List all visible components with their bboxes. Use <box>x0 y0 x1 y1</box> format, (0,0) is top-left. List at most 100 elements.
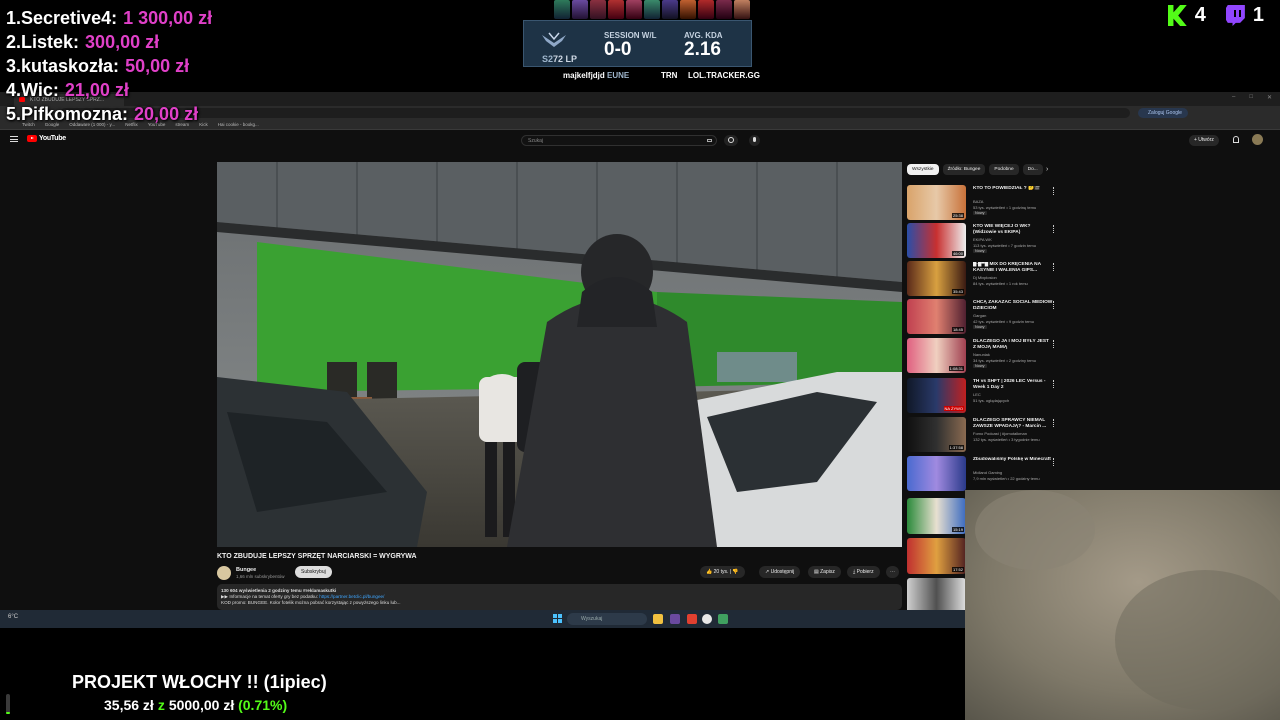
list-item[interactable]: 25:38 KTO TO POWIEDZIAŁ ? 🤔🎬 BAZA 53 tys… <box>907 185 1057 222</box>
more-vert-icon[interactable] <box>1053 187 1055 195</box>
champion-icon <box>644 0 660 19</box>
list-item[interactable]: NA ŻYWO TH vs SHFT | 2026 LEC Versus - W… <box>907 378 1057 415</box>
more-vert-icon[interactable] <box>1053 380 1055 388</box>
channel-subscribers: 1,66 mln subskrybentów <box>236 574 285 579</box>
donor-amount: 300,00 zł <box>85 32 160 52</box>
session-wl-value: 0-0 <box>604 39 632 60</box>
tracker-url: LOL.TRACKER.GG <box>688 71 760 80</box>
bookmark-item[interactable]: Hai cookie - bookg... <box>218 122 259 127</box>
mic-icon[interactable] <box>749 135 760 146</box>
goal-progress-bar <box>6 694 10 714</box>
search-icon[interactable] <box>724 135 738 146</box>
session-stats-box: S272 LP SESSION W/L 0-0 AVG. KDA 2.16 <box>523 20 752 67</box>
more-vert-icon[interactable] <box>1053 301 1055 309</box>
avatar[interactable] <box>1252 134 1263 145</box>
more-vert-icon[interactable] <box>1053 419 1055 427</box>
minimize-button[interactable]: – <box>1232 94 1235 101</box>
donor-amount: 20,00 zł <box>134 104 199 124</box>
weather-widget[interactable]: 6°C <box>8 614 18 620</box>
taskbar-app-icon[interactable] <box>687 614 697 624</box>
video-thumbnail: 1:37:58 <box>907 417 966 452</box>
taskbar-app-icon[interactable] <box>670 614 680 624</box>
more-vert-icon[interactable] <box>1053 263 1055 271</box>
donor-leaderboard: 1.Secretive4: 1 300,00 zł 2.Listek: 300,00… <box>6 6 212 126</box>
more-icon[interactable]: ⋯ <box>886 566 899 578</box>
donor-entry: 5.Pifkomozna: 20,00 zł <box>6 104 199 124</box>
video-thumbnail: 35:43 <box>907 261 966 296</box>
chip-similar[interactable]: Podobne <box>989 164 1019 175</box>
webcam-feed <box>965 490 1280 720</box>
list-item[interactable]: 1:37:58 DLACZEGO SPRAWCY NIEMAL ZAWSZE W… <box>907 417 1057 454</box>
google-signin-button[interactable]: Zaloguj Google <box>1138 108 1188 118</box>
keyboard-icon[interactable] <box>707 139 712 142</box>
taskbar-app-icon[interactable] <box>718 614 728 624</box>
twitch-viewer-count: 1 <box>1225 4 1264 27</box>
share-button[interactable]: ↗ Udostępnij <box>759 566 801 578</box>
window-controls: – □ ✕ <box>1232 94 1272 101</box>
donor-entry: 2.Listek: 300,00 zł <box>6 32 160 52</box>
champion-icon <box>716 0 732 19</box>
youtube-logo[interactable]: YouTube <box>27 135 66 142</box>
save-button[interactable]: ▤ Zapisz <box>808 566 841 578</box>
trn-logo: TRN <box>661 71 678 80</box>
dislike-icon[interactable]: | 👎 <box>728 569 739 575</box>
avg-kda-value: 2.16 <box>684 39 721 60</box>
chevron-right-icon[interactable]: › <box>1046 166 1048 173</box>
close-button[interactable]: ✕ <box>1267 94 1272 101</box>
twitch-icon <box>1225 5 1245 26</box>
video-frame <box>217 162 902 547</box>
chip-all[interactable]: Wszystkie <box>907 164 939 175</box>
description-line: KOD promo: BUNGEE. Kolor fotelik można p… <box>221 600 401 605</box>
more-vert-icon[interactable] <box>1053 458 1055 466</box>
champion-icon <box>734 0 750 19</box>
search-input[interactable]: Szukaj <box>521 135 717 146</box>
channel-name[interactable]: Bungee <box>236 567 256 573</box>
video-thumbnail[interactable] <box>907 578 966 610</box>
list-item[interactable]: Zbudowaliśmy Polskę w Minecraft Midland … <box>907 456 1057 493</box>
kick-viewer-count: 4 <box>1167 4 1206 27</box>
tracker-footer: majkelfjdjd EUNE TRN LOL.TRACKER.GG <box>523 70 760 82</box>
create-button[interactable]: + Utwórz <box>1189 135 1219 146</box>
champion-history-strip <box>554 0 752 19</box>
video-title: KTO ZBUDUJE LEPSZY SPRZĘT NARCIARSKI = W… <box>217 553 417 560</box>
lol-tracker-panel: S272 LP SESSION W/L 0-0 AVG. KDA 2.16 ma… <box>523 0 760 84</box>
file-explorer-icon[interactable] <box>653 614 663 624</box>
youtube-play-icon <box>27 135 37 142</box>
chrome-icon[interactable] <box>702 614 712 624</box>
donor-amount: 1 300,00 zł <box>123 8 213 28</box>
maximize-button[interactable]: □ <box>1249 94 1253 101</box>
chip-source[interactable]: Źródło: Bungee <box>942 164 986 175</box>
more-vert-icon[interactable] <box>1053 225 1055 233</box>
like-button[interactable]: 👍 20 tys. | 👎 <box>700 566 745 578</box>
webcam-image <box>965 490 1280 720</box>
champion-icon <box>662 0 678 19</box>
windows-start-icon[interactable] <box>553 614 562 623</box>
list-item[interactable]: 35:43 █-█▀█ MIX DO KRĘCENIA NA KASYNIE I… <box>907 261 1057 298</box>
chip-more[interactable]: Do... <box>1022 164 1043 175</box>
summoner-name: majkelfjdjd EUNE <box>563 71 630 80</box>
bell-icon[interactable] <box>1233 136 1239 143</box>
taskbar-search[interactable]: Wyszukaj <box>567 613 647 625</box>
description-link[interactable]: https://partner.betclic.pl/bungee/ <box>319 594 384 599</box>
list-item[interactable]: 46:00 KTO WIE WIĘCEJ O WK? (Widzowie vs … <box>907 223 1057 260</box>
download-button[interactable]: ⤓ Pobierz <box>847 566 880 578</box>
donation-goal-title: PROJEKT WŁOCHY !! (1ipiec) <box>72 672 327 692</box>
video-player[interactable] <box>217 162 902 547</box>
address-input[interactable] <box>60 108 1130 118</box>
video-thumbnail: NA ŻYWO <box>907 378 966 413</box>
list-item[interactable]: 1:08:31 DLACZEGO JA I MÓJ BYŁY JEST Z MO… <box>907 338 1057 375</box>
video-description[interactable]: 130 604 wyświetlenia 2 godziny temu #rek… <box>217 584 902 610</box>
like-icon: 👍 <box>706 569 714 575</box>
champion-icon <box>680 0 696 19</box>
recommendation-filter-chips: Wszystkie Źródło: Bungee Podobne Do... <box>907 164 1043 175</box>
donor-amount: 50,00 zł <box>125 56 190 76</box>
champion-icon <box>572 0 588 19</box>
more-vert-icon[interactable] <box>1053 340 1055 348</box>
channel-avatar[interactable] <box>217 566 231 580</box>
video-thumbnail[interactable]: 15:19 <box>907 498 966 534</box>
champion-icon <box>608 0 624 19</box>
menu-icon[interactable] <box>10 136 18 142</box>
list-item[interactable]: 18:45 CHCĄ ZAKAZAĆ SOCIAL MEDIÓW DZIECIO… <box>907 299 1057 336</box>
video-thumbnail[interactable]: 17:52 <box>907 538 966 574</box>
subscribe-button[interactable]: Subskrybuj <box>295 566 332 578</box>
